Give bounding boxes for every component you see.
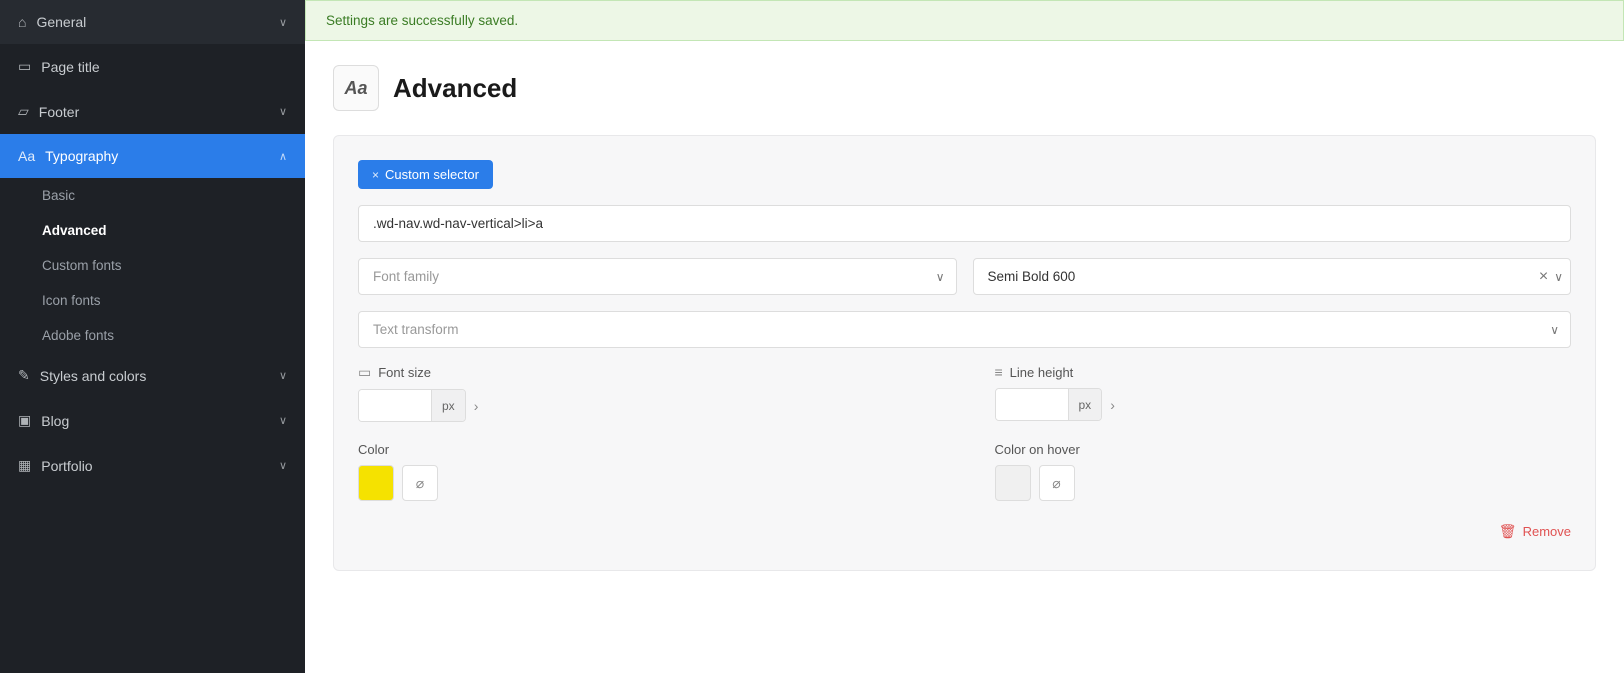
font-size-label: ▭ Font size [358,364,935,381]
sidebar-item-typography[interactable]: Aa Typography ∧ [0,134,305,178]
chevron-down-icon: ∨ [279,369,287,382]
page-title-icon: ▭ [18,58,31,75]
sidebar-sub-adobe-fonts-label: Adobe fonts [42,328,114,343]
font-weight-actions: × ∨ [1539,269,1563,285]
text-transform-row: Text transform ∨ [358,311,1571,348]
chevron-down-icon: ∨ [279,16,287,29]
color-link-button[interactable]: ⌀ [402,465,438,501]
font-size-arrow-icon[interactable]: › [474,398,479,414]
line-height-arrow-icon[interactable]: › [1110,397,1115,413]
settings-card: × Custom selector Font family ∨ Semi Bol… [333,135,1596,571]
font-size-group: ▭ Font size px › [358,364,935,422]
page-content: Aa Advanced × Custom selector Font famil… [305,41,1624,673]
font-family-row: Font family ∨ Semi Bold 600 × ∨ [358,258,1571,295]
color-row: Color ⌀ Color on hover ⌀ [358,442,1571,501]
page-title: Advanced [393,73,517,104]
link-icon: ⌀ [416,475,424,492]
line-height-unit: px [1068,389,1102,420]
sidebar-sub-item-adobe-fonts[interactable]: Adobe fonts [0,318,305,353]
sidebar-item-blog-label: Blog [41,413,69,429]
sidebar-sub-item-basic[interactable]: Basic [0,178,305,213]
sidebar-item-portfolio[interactable]: ▦ Portfolio ∨ [0,443,305,488]
font-weight-select[interactable]: Semi Bold 600 [973,258,1572,295]
sidebar-item-footer-label: Footer [39,104,79,120]
font-size-input[interactable] [359,390,431,421]
color-hover-swatch[interactable] [995,465,1031,501]
chevron-down-icon: ∨ [279,414,287,427]
font-size-unit: px [431,390,465,421]
sidebar-item-page-title-label: Page title [41,59,99,75]
color-hover-label: Color on hover [995,442,1572,457]
sidebar-sub-custom-fonts-label: Custom fonts [42,258,122,273]
styles-icon: ✎ [18,367,30,384]
selector-tag-label: Custom selector [385,167,479,182]
trash-icon: 🗑 [1499,523,1517,540]
color-label: Color [358,442,935,457]
line-height-group: ≡ Line height px › [995,364,1572,421]
sidebar-item-general[interactable]: ⌂ General ∨ [0,0,305,44]
sidebar-sub-item-advanced[interactable]: Advanced [0,213,305,248]
sidebar-item-blog[interactable]: ▣ Blog ∨ [0,398,305,443]
sidebar-item-general-label: General [36,14,86,30]
color-hover-link-button[interactable]: ⌀ [1039,465,1075,501]
footer-icon: ▱ [18,103,29,120]
remove-row: 🗑 Remove [358,517,1571,546]
line-height-input[interactable] [996,389,1068,420]
success-banner: Settings are successfully saved. [305,0,1624,41]
sidebar-item-footer[interactable]: ▱ Footer ∨ [0,89,305,134]
font-weight-chevron-icon: ∨ [1554,270,1563,284]
font-size-input-wrapper: px [358,389,466,422]
chevron-down-icon: ∨ [279,459,287,472]
success-banner-text: Settings are successfully saved. [326,13,518,28]
color-swatch[interactable] [358,465,394,501]
chevron-down-icon: ∨ [279,105,287,118]
line-height-label: ≡ Line height [995,364,1572,380]
color-hover-group: Color on hover ⌀ [995,442,1572,501]
sidebar: ⌂ General ∨ ▭ Page title ▱ Footer ∨ Aa T… [0,0,305,673]
font-weight-clear-icon[interactable]: × [1539,269,1548,285]
line-height-icon: ≡ [995,364,1003,380]
font-family-wrapper: Font family ∨ [358,258,957,295]
css-selector-input[interactable] [358,205,1571,242]
page-header: Aa Advanced [333,65,1596,111]
sidebar-sub-item-icon-fonts[interactable]: Icon fonts [0,283,305,318]
text-transform-wrapper: Text transform ∨ [358,311,1571,348]
color-input-row: ⌀ [358,465,935,501]
color-hover-input-row: ⌀ [995,465,1572,501]
sidebar-item-styles-colors[interactable]: ✎ Styles and colors ∨ [0,353,305,398]
sidebar-sub-basic-label: Basic [42,188,75,203]
font-size-input-row: px › [358,389,935,422]
sidebar-item-portfolio-label: Portfolio [41,458,92,474]
sidebar-item-typography-label: Typography [45,148,118,164]
remove-button[interactable]: 🗑 Remove [1499,517,1571,546]
metrics-row: ▭ Font size px › ≡ Line height [358,364,1571,422]
line-height-input-wrapper: px [995,388,1103,421]
selector-tag-close-icon[interactable]: × [372,168,379,182]
sidebar-item-page-title[interactable]: ▭ Page title [0,44,305,89]
page-header-icon: Aa [333,65,379,111]
typography-icon: Aa [18,148,35,164]
main-content: Settings are successfully saved. Aa Adva… [305,0,1624,673]
text-transform-select[interactable]: Text transform [358,311,1571,348]
blog-icon: ▣ [18,412,31,429]
sidebar-item-styles-label: Styles and colors [40,368,147,384]
sidebar-sub-advanced-label: Advanced [42,223,107,238]
font-weight-wrapper: Semi Bold 600 × ∨ [973,258,1572,295]
sidebar-sub-icon-fonts-label: Icon fonts [42,293,101,308]
chevron-up-icon: ∧ [279,150,287,163]
line-height-input-row: px › [995,388,1572,421]
link-hover-icon: ⌀ [1052,475,1060,492]
selector-tag[interactable]: × Custom selector [358,160,493,189]
color-group: Color ⌀ [358,442,935,501]
remove-label: Remove [1523,524,1571,539]
monitor-icon: ▭ [358,364,371,381]
home-icon: ⌂ [18,14,26,30]
advanced-icon: Aa [344,78,367,99]
font-family-select[interactable]: Font family [358,258,957,295]
sidebar-sub-item-custom-fonts[interactable]: Custom fonts [0,248,305,283]
portfolio-icon: ▦ [18,457,31,474]
